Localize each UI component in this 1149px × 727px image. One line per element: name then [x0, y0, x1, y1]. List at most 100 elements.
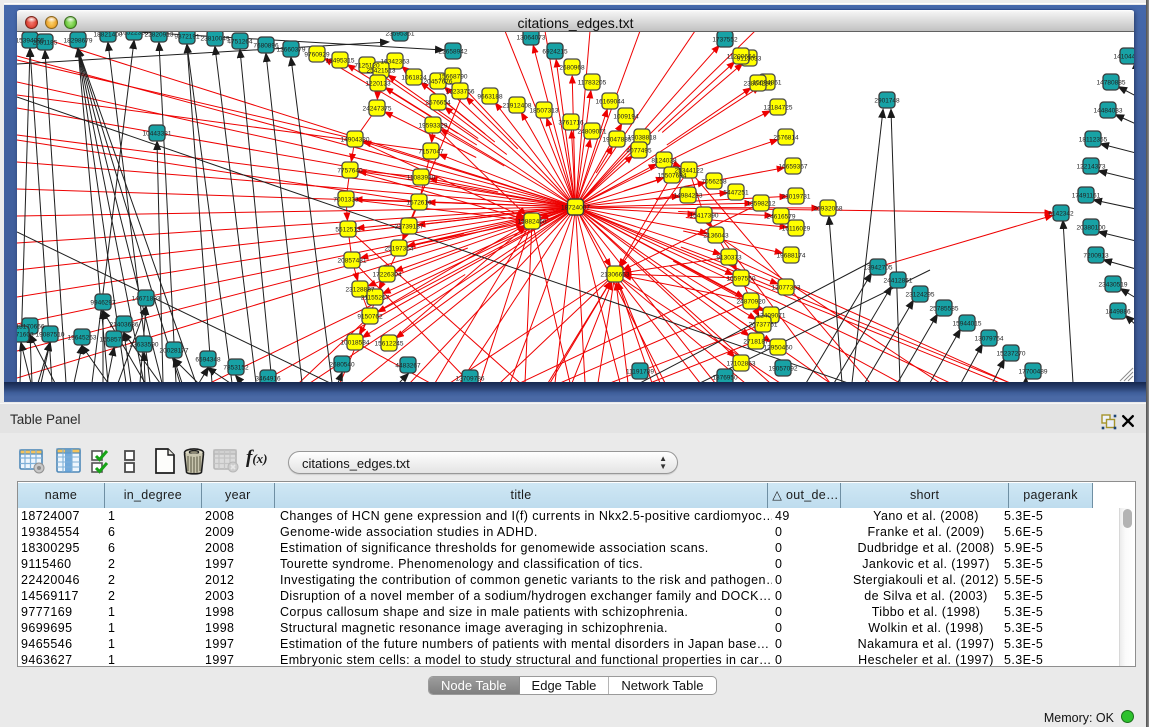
svg-text:12184725: 12184725 [764, 105, 793, 112]
svg-text:2901748: 2901748 [874, 98, 900, 105]
svg-text:17491161: 17491161 [1072, 193, 1101, 200]
svg-text:9150762: 9150762 [357, 314, 383, 321]
svg-text:7157047: 7157047 [418, 149, 444, 156]
svg-text:19057092: 19057092 [769, 366, 798, 373]
svg-text:7853152: 7853152 [223, 365, 249, 372]
svg-text:7680896: 7680896 [253, 43, 279, 50]
svg-text:14780885: 14780885 [1097, 80, 1126, 87]
svg-text:7056258: 7056258 [701, 179, 727, 186]
svg-text:25785585: 25785585 [930, 306, 959, 313]
svg-text:7200913: 7200913 [1083, 253, 1109, 260]
svg-text:10443381: 10443381 [143, 131, 172, 138]
svg-text:22658942: 22658942 [439, 49, 468, 56]
svg-text:16169044: 16169044 [596, 99, 625, 106]
svg-text:13064073: 13064073 [517, 35, 546, 42]
svg-text:2680968: 2680968 [559, 65, 585, 72]
svg-text:19882460: 19882460 [518, 219, 547, 226]
svg-text:17102863: 17102863 [727, 361, 756, 368]
svg-text:8124038: 8124038 [651, 158, 677, 165]
svg-text:21403636: 21403636 [110, 322, 139, 329]
svg-text:15507694: 15507694 [658, 173, 687, 180]
svg-text:20028177: 20028177 [160, 348, 189, 355]
svg-text:15237270: 15237270 [997, 351, 1026, 358]
svg-text:14484033: 14484033 [1094, 108, 1123, 115]
svg-text:21912408: 21912408 [503, 103, 532, 110]
svg-text:20737761: 20737761 [749, 322, 778, 329]
svg-text:18298679: 18298679 [64, 38, 93, 45]
svg-text:1572616: 1572616 [406, 200, 432, 207]
svg-text:13942705: 13942705 [864, 265, 893, 272]
svg-text:19593329: 19593329 [419, 123, 448, 130]
svg-text:19087510: 19087510 [36, 332, 65, 339]
svg-text:22820913: 22820913 [145, 32, 174, 39]
svg-text:1737552: 1737552 [712, 37, 738, 44]
svg-text:24247375: 24247375 [363, 106, 392, 113]
svg-text:12214373: 12214373 [1077, 164, 1106, 171]
svg-text:2576814: 2576814 [773, 135, 799, 142]
svg-text:4751264: 4751264 [227, 39, 253, 46]
svg-text:12950460: 12950460 [764, 345, 793, 352]
svg-text:21155267: 21155267 [361, 295, 390, 302]
svg-text:5971603: 5971603 [17, 332, 34, 339]
svg-text:1220133: 1220133 [365, 81, 391, 88]
svg-text:2680540: 2680540 [329, 362, 355, 369]
svg-text:9946297: 9946297 [90, 300, 116, 307]
svg-text:23128887: 23128887 [346, 287, 375, 294]
svg-text:7757640: 7757640 [337, 168, 363, 175]
svg-text:10018584: 10018584 [341, 340, 370, 347]
svg-text:16659367: 16659367 [779, 164, 808, 171]
svg-text:14104424: 14104424 [1114, 54, 1134, 61]
svg-text:7001333: 7001333 [333, 197, 359, 204]
svg-text:2081185: 2081185 [33, 40, 58, 47]
svg-text:18821400: 18821400 [94, 32, 123, 39]
svg-text:24412861: 24412861 [884, 278, 913, 285]
svg-text:6924215: 6924215 [542, 49, 568, 56]
svg-text:9372191: 9372191 [174, 34, 200, 41]
svg-text:20932068: 20932068 [814, 206, 843, 213]
svg-text:20857431: 20857431 [338, 258, 367, 265]
svg-text:1009194: 1009194 [613, 114, 639, 121]
svg-text:23864286: 23864286 [744, 81, 773, 88]
svg-text:19038818: 19038818 [628, 135, 657, 142]
svg-text:18507313: 18507313 [530, 108, 559, 115]
svg-text:3761716: 3761716 [558, 120, 584, 127]
svg-text:23810049: 23810049 [201, 36, 230, 43]
svg-text:2136043: 2136043 [703, 233, 729, 240]
svg-text:21739187: 21739187 [395, 224, 424, 231]
svg-text:11083930: 11083930 [407, 175, 436, 182]
svg-text:6594348: 6594348 [195, 357, 221, 364]
svg-text:11200664: 11200664 [727, 54, 756, 61]
svg-text:24870920: 24870920 [737, 299, 766, 306]
svg-text:1449886: 1449886 [1105, 309, 1131, 316]
svg-text:16116029: 16116029 [782, 226, 811, 233]
svg-text:9663188: 9663188 [477, 94, 503, 101]
svg-text:19645263: 19645263 [68, 335, 97, 342]
svg-text:14671893: 14671893 [132, 296, 161, 303]
svg-text:15668790: 15668790 [439, 74, 468, 81]
svg-text:24616579: 24616579 [767, 214, 796, 221]
svg-text:17226304: 17226304 [373, 272, 402, 279]
svg-text:12077303: 12077303 [772, 285, 801, 292]
svg-text:5512513: 5512513 [335, 227, 361, 234]
svg-text:1876950: 1876950 [712, 375, 738, 382]
svg-text:12409071: 12409071 [757, 313, 786, 320]
svg-text:15944015: 15944015 [953, 321, 982, 328]
svg-text:5447251: 5447251 [723, 190, 749, 197]
svg-text:23633590: 23633590 [130, 342, 159, 349]
svg-text:4483267: 4483267 [395, 363, 421, 370]
svg-text:2576654: 2576654 [425, 100, 451, 107]
svg-text:24809071: 24809071 [578, 129, 607, 136]
svg-text:6142342: 6142342 [1048, 211, 1074, 218]
svg-text:15585770: 15585770 [100, 337, 129, 344]
svg-text:23430519: 23430519 [1099, 282, 1128, 289]
svg-text:20380100: 20380100 [1077, 225, 1106, 232]
svg-text:12660379: 12660379 [277, 47, 306, 54]
svg-text:14904320: 14904320 [341, 137, 370, 144]
svg-text:15417390: 15417390 [690, 213, 719, 220]
svg-text:13598212: 13598212 [747, 201, 776, 208]
svg-text:16342363: 16342363 [381, 59, 410, 66]
svg-text:11783205: 11783205 [578, 80, 607, 87]
svg-text:13170666: 13170666 [17, 324, 45, 331]
svg-text:19233756: 19233756 [446, 89, 475, 96]
svg-text:23595361: 23595361 [386, 32, 415, 38]
